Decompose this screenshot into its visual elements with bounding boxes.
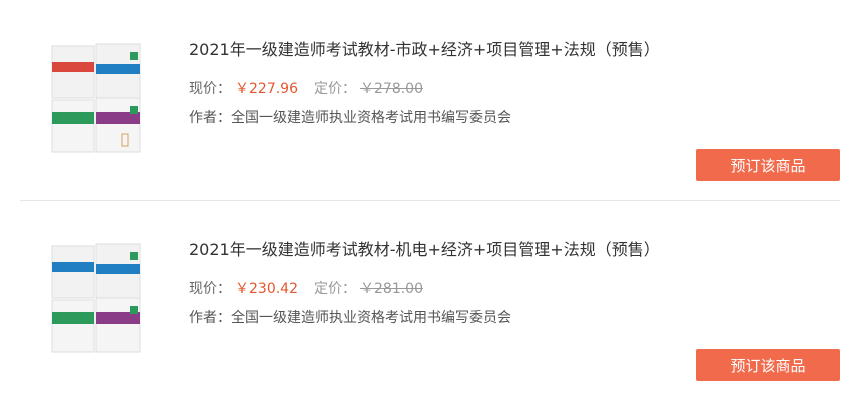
price-row: 现价： ￥227.96 定价： ￥278.00 — [189, 78, 423, 98]
product-title[interactable]: 2021年一级建造师考试教材-市政+经济+项目管理+法规（预售） — [189, 36, 660, 60]
product-author: 作者：全国一级建造师执业资格考试用书编写委员会 — [189, 110, 511, 126]
price-row: 现价： ￥230.42 定价： ￥281.00 — [189, 278, 423, 298]
current-price: ￥227.96 — [235, 81, 298, 97]
price-label: 现价： — [189, 81, 231, 97]
product-item: 2021年一级建造师考试教材-市政+经济+项目管理+法规（预售） 现价： ￥227… — [0, 0, 860, 190]
preorder-button[interactable]: 预订该商品 — [696, 149, 840, 181]
list-price: ￥278.00 — [360, 81, 423, 97]
book-set-cover-image[interactable] — [50, 42, 142, 156]
product-item: 2021年一级建造师考试教材-机电+经济+项目管理+法规（预售） 现价： ￥230… — [0, 200, 860, 390]
list-price: ￥281.00 — [360, 281, 423, 297]
price-label: 现价： — [189, 281, 231, 297]
product-list: 2021年一级建造师考试教材-市政+经济+项目管理+法规（预售） 现价： ￥227… — [0, 0, 860, 402]
current-price: ￥230.42 — [235, 281, 298, 297]
book-set-cover-image[interactable] — [50, 242, 142, 356]
list-price-label: 定价： — [314, 81, 356, 97]
product-title[interactable]: 2021年一级建造师考试教材-机电+经济+项目管理+法规（预售） — [189, 236, 660, 260]
preorder-button[interactable]: 预订该商品 — [696, 349, 840, 381]
list-price-label: 定价： — [314, 281, 356, 297]
product-author: 作者：全国一级建造师执业资格考试用书编写委员会 — [189, 310, 511, 326]
